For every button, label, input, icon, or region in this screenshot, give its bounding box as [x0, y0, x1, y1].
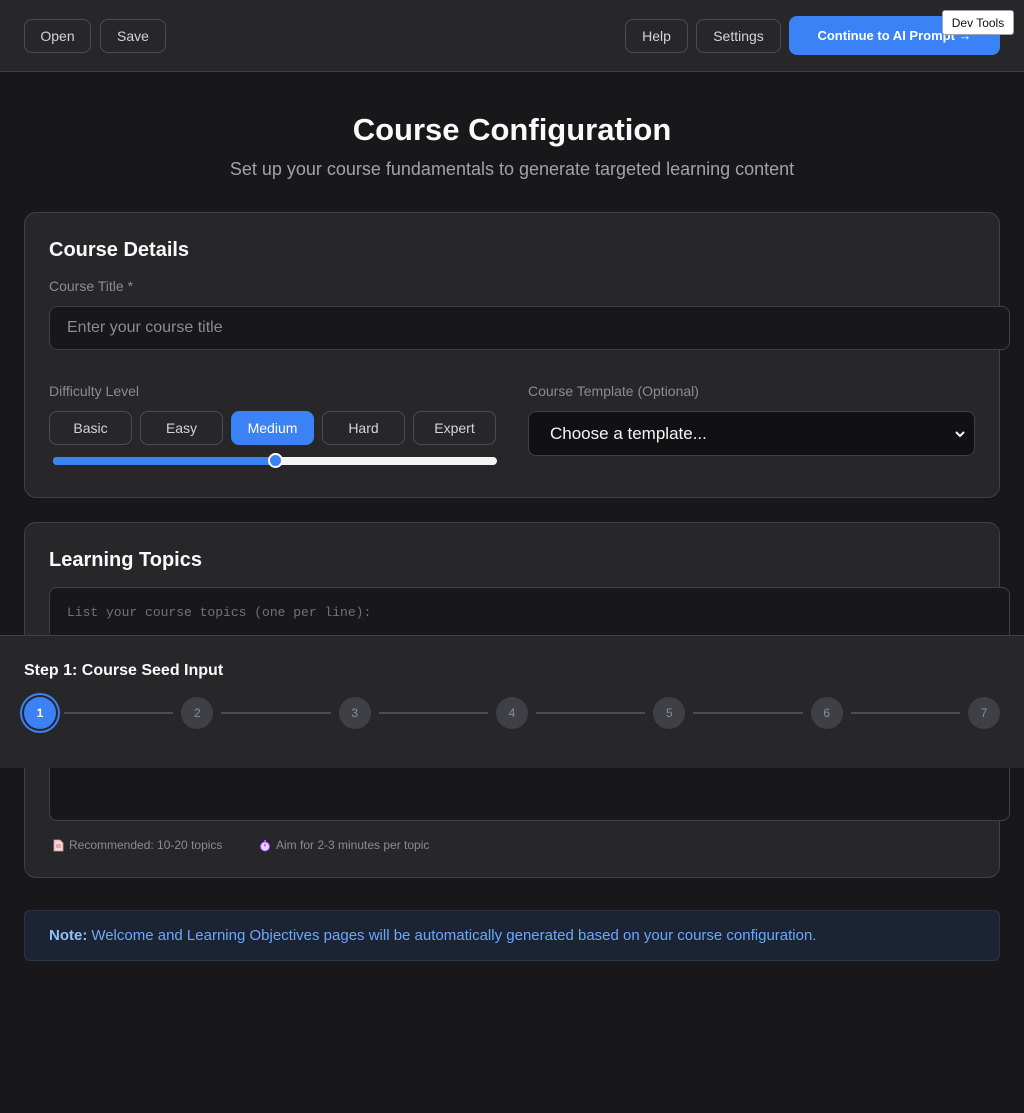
course-details-title: Course Details	[49, 239, 190, 261]
course-template-label: Course Template (Optional)	[528, 383, 699, 399]
note-banner: Note: Welcome and Learning Objectives pa…	[24, 910, 1000, 961]
difficulty-medium-button[interactable]: Medium	[231, 411, 314, 445]
step-indicator-3[interactable]: 3	[338, 697, 371, 729]
document-icon	[53, 839, 64, 851]
help-button[interactable]: Help	[625, 19, 688, 53]
save-button[interactable]: Save	[100, 19, 166, 53]
course-details-card: Course Details Course Title * Enter your…	[24, 212, 1010, 498]
chevron-down-icon	[955, 431, 965, 438]
difficulty-expert-button[interactable]: Expert	[413, 411, 496, 445]
step-connector	[378, 712, 488, 714]
difficulty-label: Difficulty Level	[49, 383, 140, 399]
step-connector	[64, 712, 174, 714]
recommended-topics-hint: Recommended: 10-20 topics	[53, 838, 222, 852]
note-label: Note:	[49, 927, 88, 944]
step-connector	[693, 712, 803, 714]
time-per-topic-hint: Aim for 2-3 minutes per topic	[259, 838, 429, 852]
step-indicator-6[interactable]: 6	[810, 697, 843, 729]
dev-tools-button[interactable]: Dev Tools	[942, 10, 1014, 35]
step-indicator-1[interactable]: 1	[24, 697, 56, 729]
top-toolbar: Open Save Help Settings Continue to AI P…	[0, 0, 1024, 72]
difficulty-hard-button[interactable]: Hard	[322, 411, 405, 445]
step-connector	[536, 712, 646, 714]
step-indicator-7[interactable]: 7	[968, 697, 1000, 729]
difficulty-slider-thumb[interactable]	[268, 453, 283, 468]
time-per-topic-text: Aim for 2-3 minutes per topic	[276, 838, 430, 852]
step-title: Step 1: Course Seed Input	[24, 662, 224, 679]
course-title-label: Course Title *	[49, 278, 134, 294]
step-connector	[850, 712, 960, 714]
step-indicator-5[interactable]: 5	[653, 697, 686, 729]
difficulty-slider-fill	[53, 457, 275, 465]
step-progress-panel: Step 1: Course Seed Input 1 2 3 4 5 6 7	[0, 635, 1024, 768]
learning-topics-title: Learning Topics	[49, 549, 202, 571]
difficulty-easy-button[interactable]: Easy	[140, 411, 223, 445]
step-indicator-4[interactable]: 4	[496, 697, 528, 729]
note-text: Welcome and Learning Objectives pages wi…	[91, 927, 817, 944]
course-template-selected-value: Choose a template...	[550, 423, 707, 443]
course-template-select[interactable]: Choose a template...	[528, 411, 975, 456]
step-connector	[221, 712, 331, 714]
course-title-input[interactable]: Enter your course title	[49, 306, 1010, 350]
page-title: Course Configuration	[352, 112, 672, 147]
open-button[interactable]: Open	[24, 19, 91, 53]
step-indicator-2[interactable]: 2	[181, 697, 214, 729]
settings-button[interactable]: Settings	[696, 19, 781, 53]
recommended-topics-text: Recommended: 10-20 topics	[69, 838, 223, 852]
page-subtitle: Set up your course fundamentals to gener…	[229, 159, 795, 179]
stopwatch-icon	[260, 839, 270, 851]
difficulty-basic-button[interactable]: Basic	[49, 411, 132, 445]
